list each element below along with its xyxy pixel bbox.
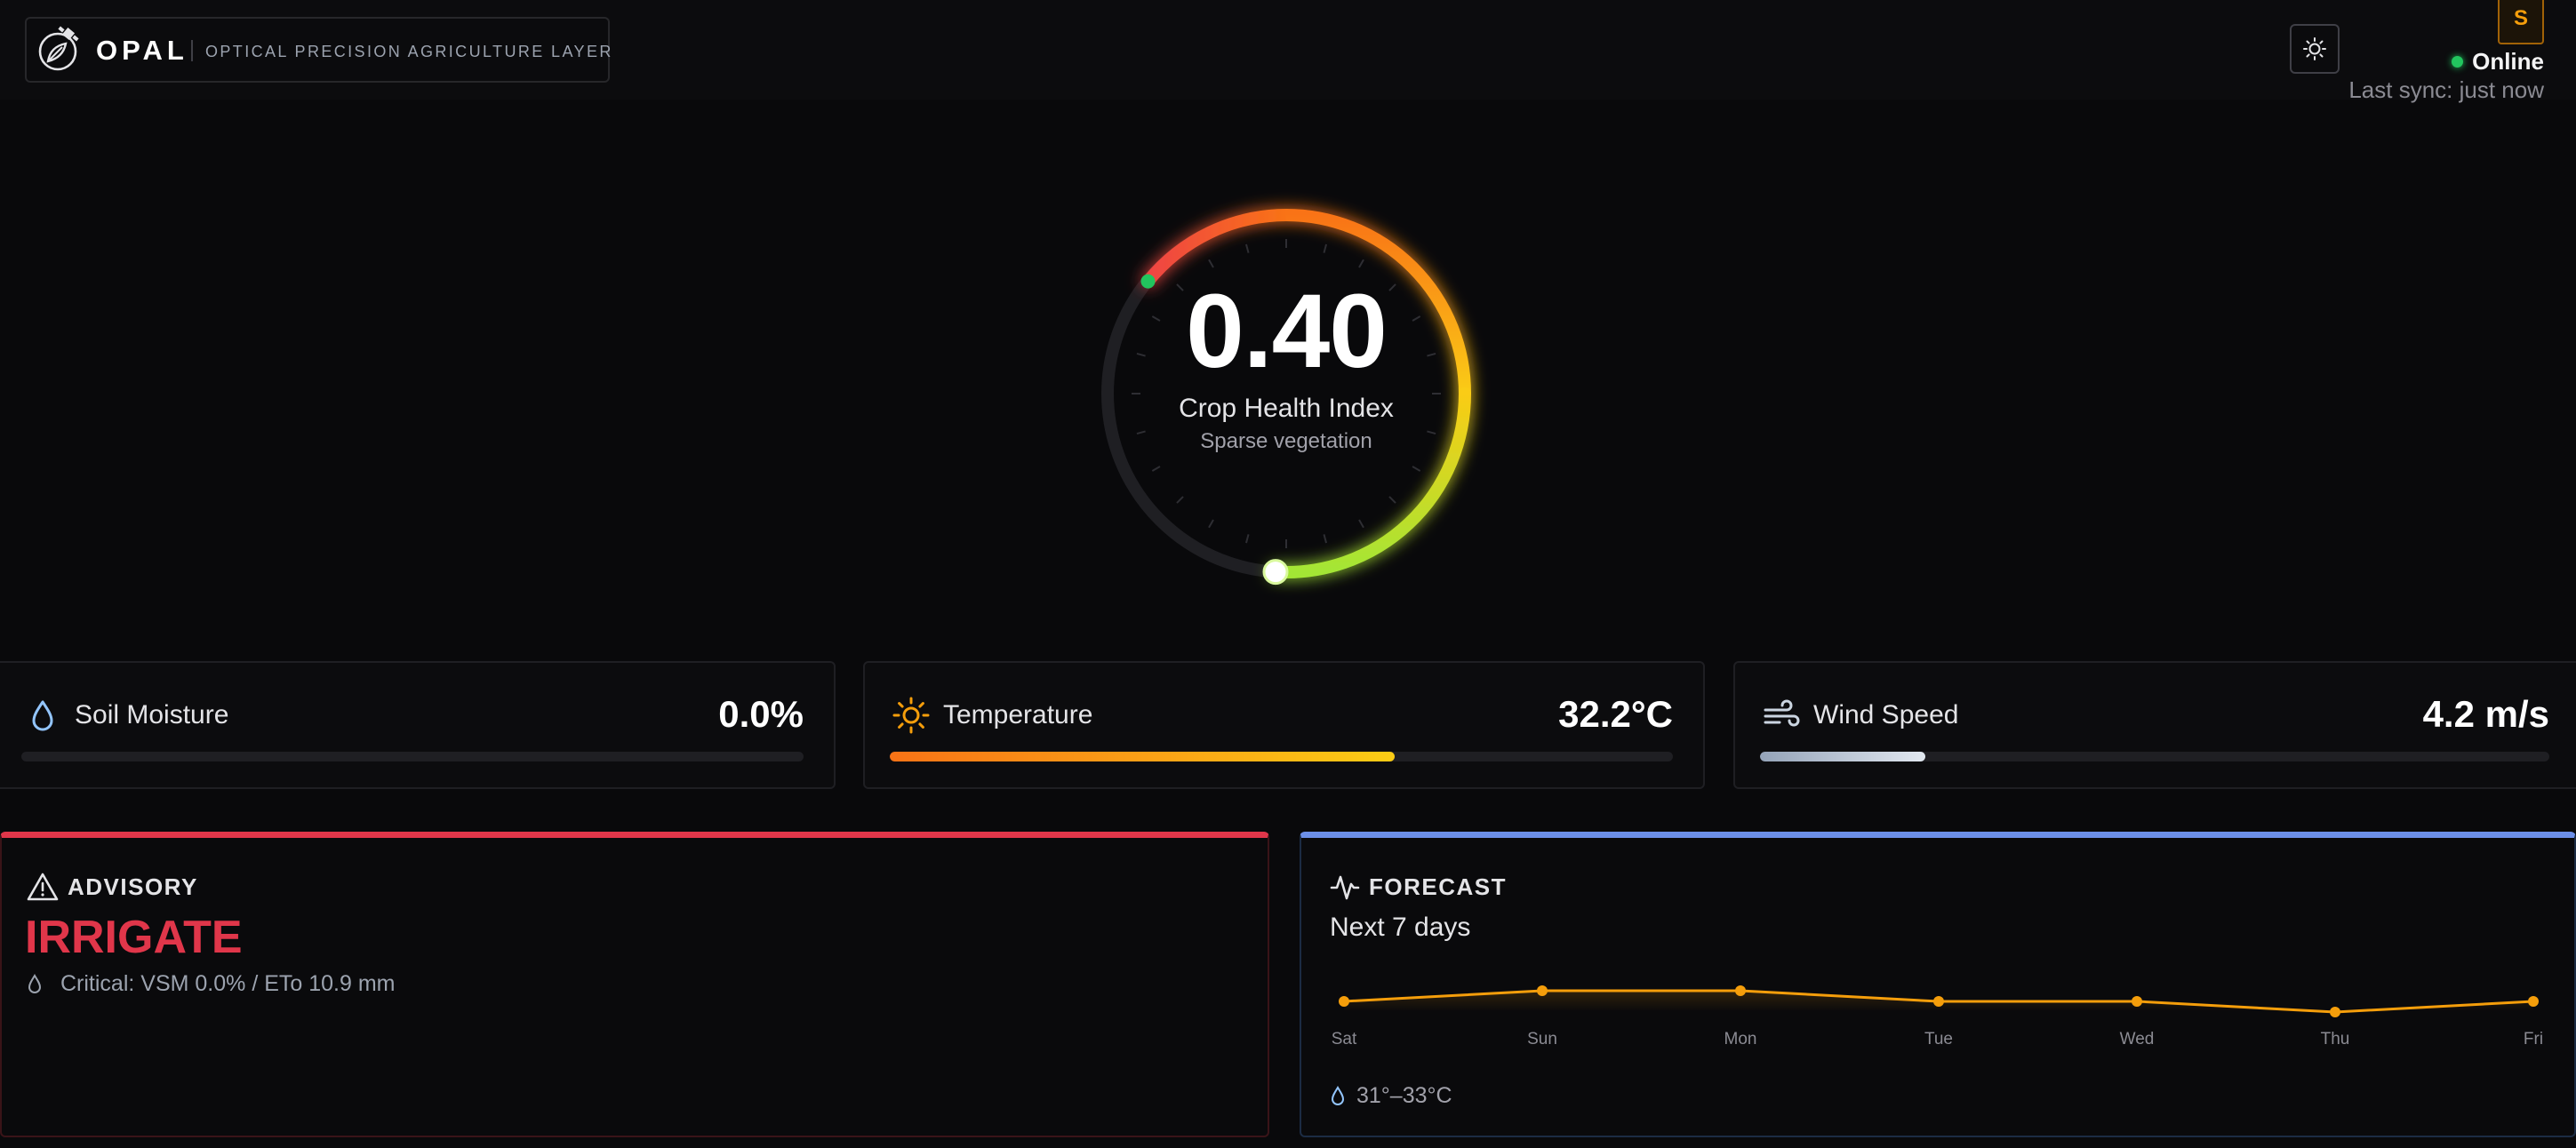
temperature-bar-fill bbox=[890, 752, 1396, 761]
theme-toggle-button[interactable] bbox=[2290, 24, 2340, 74]
metric-value: 0.0% bbox=[718, 693, 804, 735]
advisory-heading: ADVISORY bbox=[68, 873, 198, 900]
brand-name: OPAL bbox=[96, 35, 188, 66]
wind-speed-card[interactable]: Wind Speed 4.2 m/s bbox=[1733, 661, 2576, 789]
advisory-header: ADVISORY bbox=[27, 872, 198, 902]
soil-moisture-card[interactable]: Soil Moisture 0.0% bbox=[0, 661, 836, 789]
gauge-tick bbox=[1412, 466, 1421, 472]
gauge-value: 0.40 bbox=[1186, 273, 1388, 390]
forecast-day-label: Tue bbox=[1924, 1030, 1953, 1048]
forecast-day-label: Sat bbox=[1332, 1030, 1357, 1048]
advisory-detail: Critical: VSM 0.0% / ETo 10.9 mm bbox=[27, 971, 396, 997]
connection-status: Online bbox=[2452, 46, 2544, 76]
gauge-sublabel: Sparse vegetation bbox=[1200, 429, 1372, 453]
forecast-point[interactable] bbox=[2330, 1007, 2340, 1017]
forecast-temp-range: 31°–33°C bbox=[1330, 1083, 1452, 1109]
droplet-icon bbox=[1331, 1085, 1345, 1105]
advisory-card[interactable]: ADVISORY IRRIGATE Critical: VSM 0.0% / E… bbox=[0, 832, 1269, 1137]
forecast-line-chart: Sat Sun Mon Tue Wed Thu Fri bbox=[1332, 985, 2543, 1048]
temperature-bar bbox=[890, 752, 1673, 761]
warning-triangle-icon bbox=[27, 873, 59, 901]
soil-moisture-bar bbox=[21, 752, 804, 761]
forecast-point[interactable] bbox=[1339, 996, 1349, 1007]
forecast-header: FORECAST bbox=[1330, 872, 1507, 902]
brand-divider bbox=[191, 40, 193, 61]
brand-block[interactable]: OPAL OPTICAL PRECISION AGRICULTURE LAYER bbox=[25, 17, 613, 83]
forecast-card[interactable]: FORECAST Next 7 days Sat Sun Mon Tue Wed Thu F… bbox=[1300, 832, 2576, 1137]
forecast-heading: FORECAST bbox=[1369, 873, 1507, 900]
droplet-icon bbox=[32, 700, 53, 731]
satellite-leaf-logo-icon bbox=[38, 26, 79, 71]
gauge-tick bbox=[1244, 534, 1250, 544]
forecast-day-label: Sun bbox=[1527, 1030, 1557, 1048]
temperature-card[interactable]: Temperature 32.2°C bbox=[863, 661, 1705, 789]
crop-health-gauge: 0.40 Crop Health Index Sparse vegetation bbox=[1059, 177, 1514, 632]
activity-pulse-icon bbox=[1330, 875, 1360, 900]
sun-icon bbox=[892, 697, 930, 734]
gauge-tick bbox=[1323, 243, 1328, 253]
brand-tagline: OPTICAL PRECISION AGRICULTURE LAYER bbox=[205, 43, 613, 60]
gauge-tick bbox=[1151, 466, 1161, 472]
gauge-tick bbox=[1388, 496, 1396, 504]
forecast-point[interactable] bbox=[2528, 996, 2539, 1007]
metric-label: Soil Moisture bbox=[75, 700, 229, 729]
gauge-label: Crop Health Index bbox=[1179, 394, 1394, 423]
forecast-point[interactable] bbox=[2132, 996, 2142, 1007]
forecast-day-label: Mon bbox=[1724, 1030, 1757, 1048]
gauge-tick bbox=[1323, 534, 1328, 544]
metric-label: Wind Speed bbox=[1813, 700, 1959, 729]
gauge-tick bbox=[1244, 243, 1250, 253]
gauge-tick bbox=[1176, 496, 1184, 504]
wind-speed-bar bbox=[1760, 752, 2549, 761]
forecast-point[interactable] bbox=[1933, 996, 1944, 1007]
gauge-tick bbox=[1358, 519, 1364, 529]
metric-label: Temperature bbox=[943, 700, 1093, 729]
status-dot-icon bbox=[2452, 55, 2464, 68]
metric-value: 4.2 m/s bbox=[2422, 693, 2549, 735]
advisory-action: IRRIGATE bbox=[25, 912, 243, 963]
advisory-detail-text: Critical: VSM 0.0% / ETo 10.9 mm bbox=[60, 971, 396, 996]
gauge-value-marker bbox=[1262, 559, 1289, 586]
forecast-day-label: Fri bbox=[2524, 1030, 2543, 1048]
forecast-day-label: Wed bbox=[2120, 1030, 2155, 1048]
wind-icon bbox=[1764, 699, 1800, 727]
gauge-tick bbox=[1358, 259, 1364, 268]
gauge-tick bbox=[1208, 259, 1214, 268]
forecast-day-label: Thu bbox=[2321, 1030, 2350, 1048]
gauge-tick bbox=[1208, 519, 1214, 529]
forecast-temp-range-text: 31°–33°C bbox=[1356, 1083, 1452, 1108]
status-text: Online bbox=[2472, 47, 2544, 75]
user-avatar[interactable]: S bbox=[2498, 0, 2544, 44]
last-sync-text: Last sync: just now bbox=[2348, 76, 2544, 103]
forecast-range-title: Next 7 days bbox=[1330, 913, 1471, 942]
forecast-point[interactable] bbox=[1735, 985, 1746, 996]
wind-speed-bar-fill bbox=[1760, 752, 1926, 761]
forecast-point[interactable] bbox=[1537, 985, 1548, 996]
app-header: OPAL OPTICAL PRECISION AGRICULTURE LAYER… bbox=[0, 0, 2576, 103]
sun-icon bbox=[2303, 37, 2326, 60]
metric-value: 32.2°C bbox=[1558, 693, 1673, 735]
droplet-icon bbox=[28, 973, 42, 993]
